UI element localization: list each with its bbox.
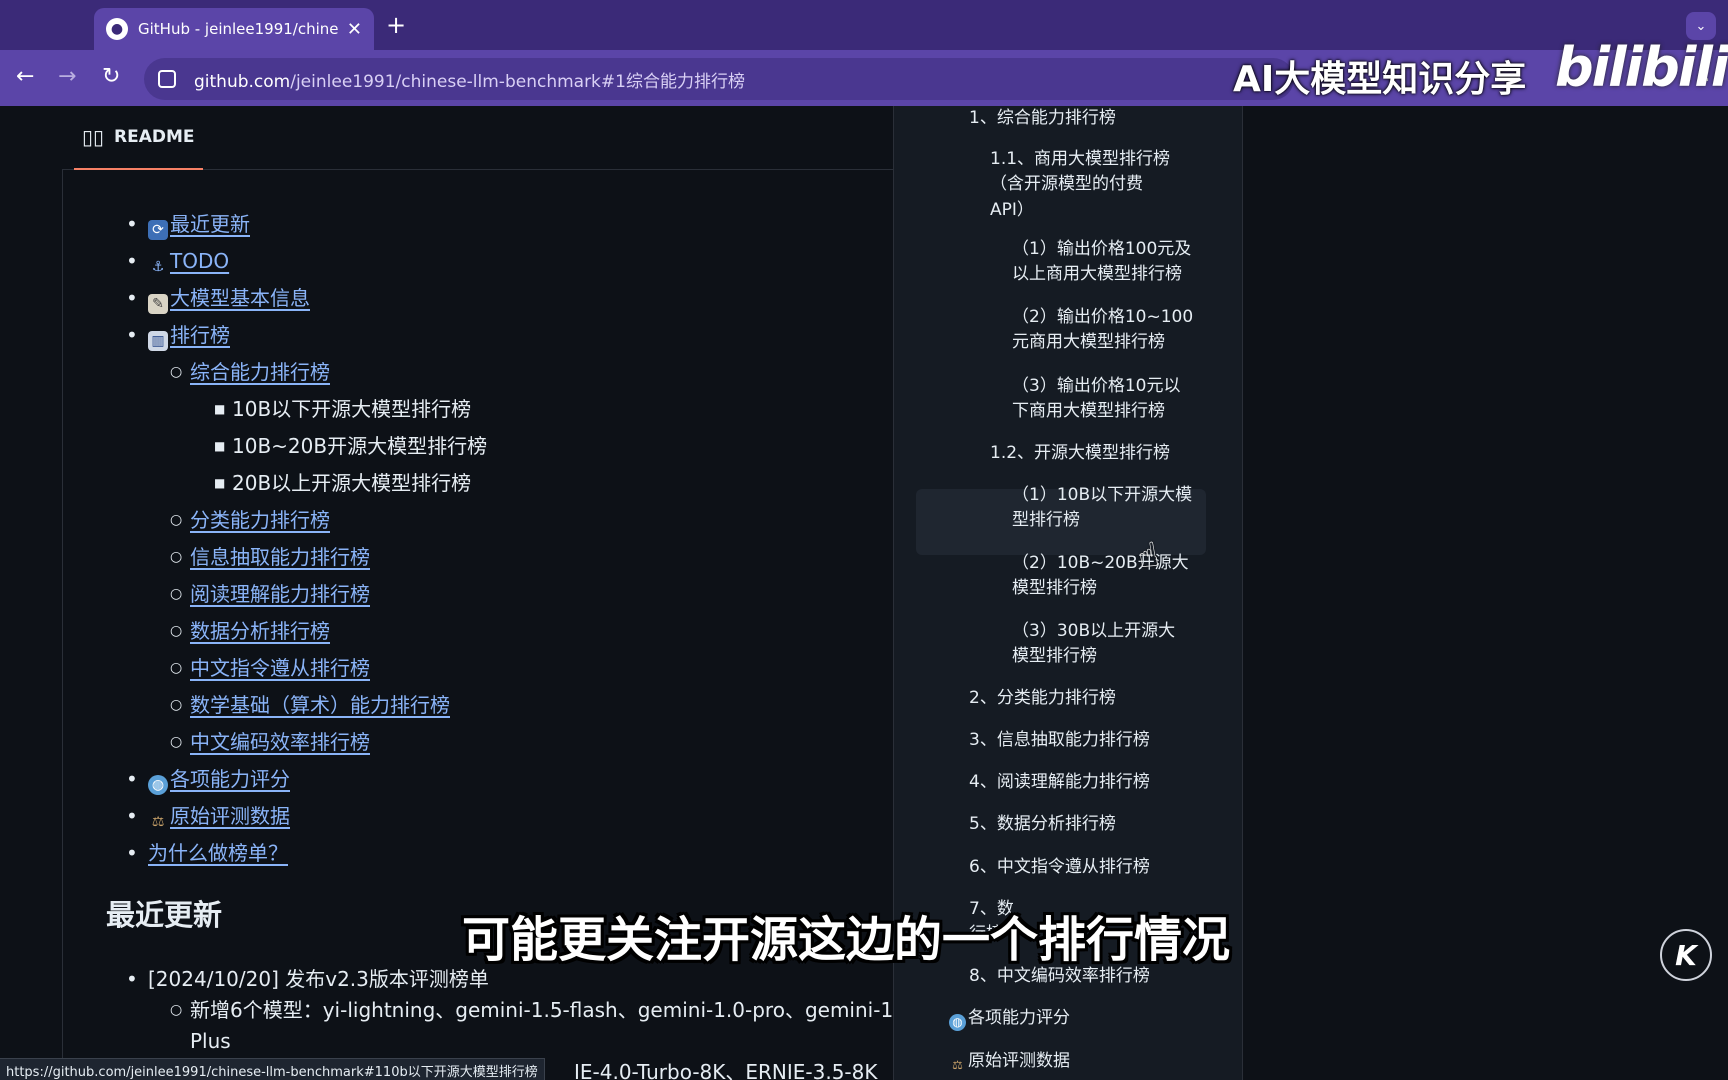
address-bar[interactable]: github.com/jeinlee1991/chinese-llm-bench… (144, 58, 1294, 100)
toc-item[interactable]: • ⟳ 最近更新 (106, 206, 487, 243)
toc-link-leaderboard: ▥ 排行榜 (148, 323, 230, 351)
table-of-contents: • ⟳ 最近更新 • ⚓ TODO • ✎ 大模型基本信息 • ▥ 排行榜 ○ 综合能力排行榜 ■… (106, 206, 487, 872)
outline-item[interactable]: 1.2、开源大模型排行榜 (990, 440, 1170, 466)
outline-item[interactable]: （1）输出价格100元及 (1012, 236, 1191, 262)
toc-text: 20B以上开源大模型排行榜 (232, 471, 472, 495)
toc-item[interactable]: • ▥ 排行榜 (106, 317, 487, 354)
toc-item: ■ 10B~20B开源大模型排行榜 (214, 434, 488, 458)
site-settings-icon[interactable] (158, 70, 176, 88)
outline-item[interactable]: 1.1、商用大模型排行榜 (990, 146, 1170, 172)
outline-item-cont[interactable]: 型排行榜 (1012, 507, 1080, 533)
toc-link-updates: ⟳ 最近更新 (148, 212, 250, 240)
outline-item-cont[interactable]: API） (990, 197, 1034, 223)
k-badge-icon[interactable]: K (1660, 929, 1712, 981)
tab-github[interactable]: ● GitHub - jeinlee1991/chinese-llm-bench… (94, 8, 374, 50)
toc-item[interactable]: • ⚖ 原始评测数据 (106, 798, 487, 835)
toc-link-overall: 综合能力排行榜 (190, 360, 330, 384)
toc-item[interactable]: • ⚓ TODO (106, 243, 487, 280)
url-path: /jeinlee1991/chinese-llm-benchmark#1综合能力… (290, 71, 745, 92)
video-subtitle: 可能更关注开源这边的一个排行情况 (462, 912, 1231, 968)
toc-link-raw-data: ⚖ 原始评测数据 (148, 804, 290, 830)
toc-link-reading: 阅读理解能力排行榜 (190, 582, 370, 606)
toc-link-data-analysis: 数据分析排行榜 (190, 619, 330, 643)
globe-icon: ◍ (148, 775, 168, 795)
url-text: github.com/jeinlee1991/chinese-llm-bench… (194, 67, 745, 92)
link-status-bar: https://github.com/jeinlee1991/chinese-l… (0, 1058, 545, 1080)
outline-item[interactable]: 5、数据分析排行榜 (969, 811, 1116, 837)
book-icon: ▯▯ (82, 125, 105, 149)
outline-item-cont[interactable]: 模型排行榜 (1012, 643, 1097, 669)
outline-item[interactable]: 1、综合能力排行榜 (969, 106, 1116, 131)
bilibili-logo: bilibili (1555, 36, 1728, 99)
recent-updates-heading: 最近更新 (106, 898, 223, 932)
toc-item[interactable]: • ✎ 大模型基本信息 (106, 280, 487, 317)
scale-icon: ⚖ (952, 1058, 963, 1072)
outline-item[interactable]: 3、信息抽取能力排行榜 (969, 727, 1150, 753)
toc-item[interactable]: ○ 综合能力排行榜 (106, 354, 487, 391)
toc-link-math: 数学基础（算术）能力排行榜 (190, 693, 450, 717)
channel-watermark: AI大模型知识分享 (1233, 59, 1527, 100)
refresh-icon: ⟳ (148, 220, 168, 240)
outline-item-cont[interactable]: 元商用大模型排行榜 (1012, 329, 1165, 355)
toc-item: ■ 10B以下开源大模型排行榜 (214, 397, 472, 421)
outline-item-cont[interactable]: 模型排行榜 (1012, 575, 1097, 601)
anchor-icon: ⚓ (151, 259, 165, 275)
outline-item[interactable]: （3）输出价格10元以 (1012, 373, 1180, 399)
memo-icon: ✎ (148, 294, 168, 314)
toc-link-classification: 分类能力排行榜 (190, 508, 330, 532)
outline-item-hovered[interactable]: （1）10B以下开源大模 (1012, 482, 1192, 508)
outline-item-cont[interactable]: 以上商用大模型排行榜 (1012, 261, 1182, 287)
readme-tab[interactable]: ▯▯ README (74, 106, 203, 170)
outline-item[interactable]: 2、分类能力排行榜 (969, 685, 1116, 711)
toc-item[interactable]: ○ 信息抽取能力排行榜 (106, 539, 487, 576)
new-tab-button[interactable]: + (386, 12, 406, 38)
outline-item[interactable]: （3）30B以上开源大 (1012, 618, 1175, 644)
toc-text: 10B以下开源大模型排行榜 (232, 397, 472, 421)
toc-link-todo: ⚓ TODO (148, 249, 229, 275)
outline-item-cont[interactable]: 下商用大模型排行榜 (1012, 398, 1165, 424)
close-tab-icon[interactable]: ✕ (347, 19, 362, 40)
outline-item[interactable]: ◍ 各项能力评分 (949, 1005, 1070, 1031)
scale-icon: ⚖ (151, 814, 165, 830)
toc-item[interactable]: ○ 数学基础（算术）能力排行榜 (106, 687, 487, 724)
github-icon: ● (106, 18, 128, 40)
toc-link-instruction: 中文指令遵从排行榜 (190, 656, 370, 680)
reload-button[interactable]: ↻ (102, 64, 120, 90)
toc-item: ■ 20B以上开源大模型排行榜 (214, 471, 472, 495)
toc-text: 10B~20B开源大模型排行榜 (232, 434, 488, 458)
outline-item[interactable]: 4、阅读理解能力排行榜 (969, 769, 1150, 795)
toc-item[interactable]: • 为什么做榜单？ (106, 835, 487, 872)
tab-strip: ● GitHub - jeinlee1991/chinese-llm-bench… (0, 0, 1728, 50)
forward-button[interactable]: → (58, 64, 76, 90)
toc-link-basic-info: ✎ 大模型基本信息 (148, 286, 310, 314)
outline-item-cont[interactable]: （含开源模型的付费 (990, 171, 1143, 197)
url-host: github.com (194, 71, 291, 92)
outline-item[interactable]: （2）输出价格10~100 (1012, 304, 1193, 330)
toc-link-extraction: 信息抽取能力排行榜 (190, 545, 370, 569)
toc-item[interactable]: ○ 阅读理解能力排行榜 (106, 576, 487, 613)
toc-item[interactable]: ○ 分类能力排行榜 (106, 502, 487, 539)
readme-tab-label: README (114, 127, 195, 147)
tab-title: GitHub - jeinlee1991/chinese-llm-benchma… (138, 20, 338, 38)
toc-item[interactable]: ○ 中文编码效率排行榜 (106, 724, 487, 761)
globe-icon: ◍ (949, 1014, 966, 1031)
news-subitem-cont: Plus (190, 1029, 231, 1053)
toc-item[interactable]: ○ 数据分析排行榜 (106, 613, 487, 650)
news-subitem: ○ 新增6个模型：yi-lightning、gemini-1.5-flash、ge… (170, 998, 913, 1022)
outline-item[interactable]: 6、中文指令遵从排行榜 (969, 854, 1150, 880)
toc-item[interactable]: ○ 中文指令遵从排行榜 (106, 650, 487, 687)
toc-link-why: 为什么做榜单？ (148, 841, 288, 865)
outline-item[interactable]: ⚖ 原始评测数据 (949, 1048, 1070, 1074)
toc-link-scores: ◍ 各项能力评分 (148, 767, 290, 795)
back-button[interactable]: ← (16, 64, 34, 90)
toc-item[interactable]: • ◍ 各项能力评分 (106, 761, 487, 798)
bar-chart-icon: ▥ (148, 331, 168, 351)
toc-link-encoding: 中文编码效率排行榜 (190, 730, 370, 754)
